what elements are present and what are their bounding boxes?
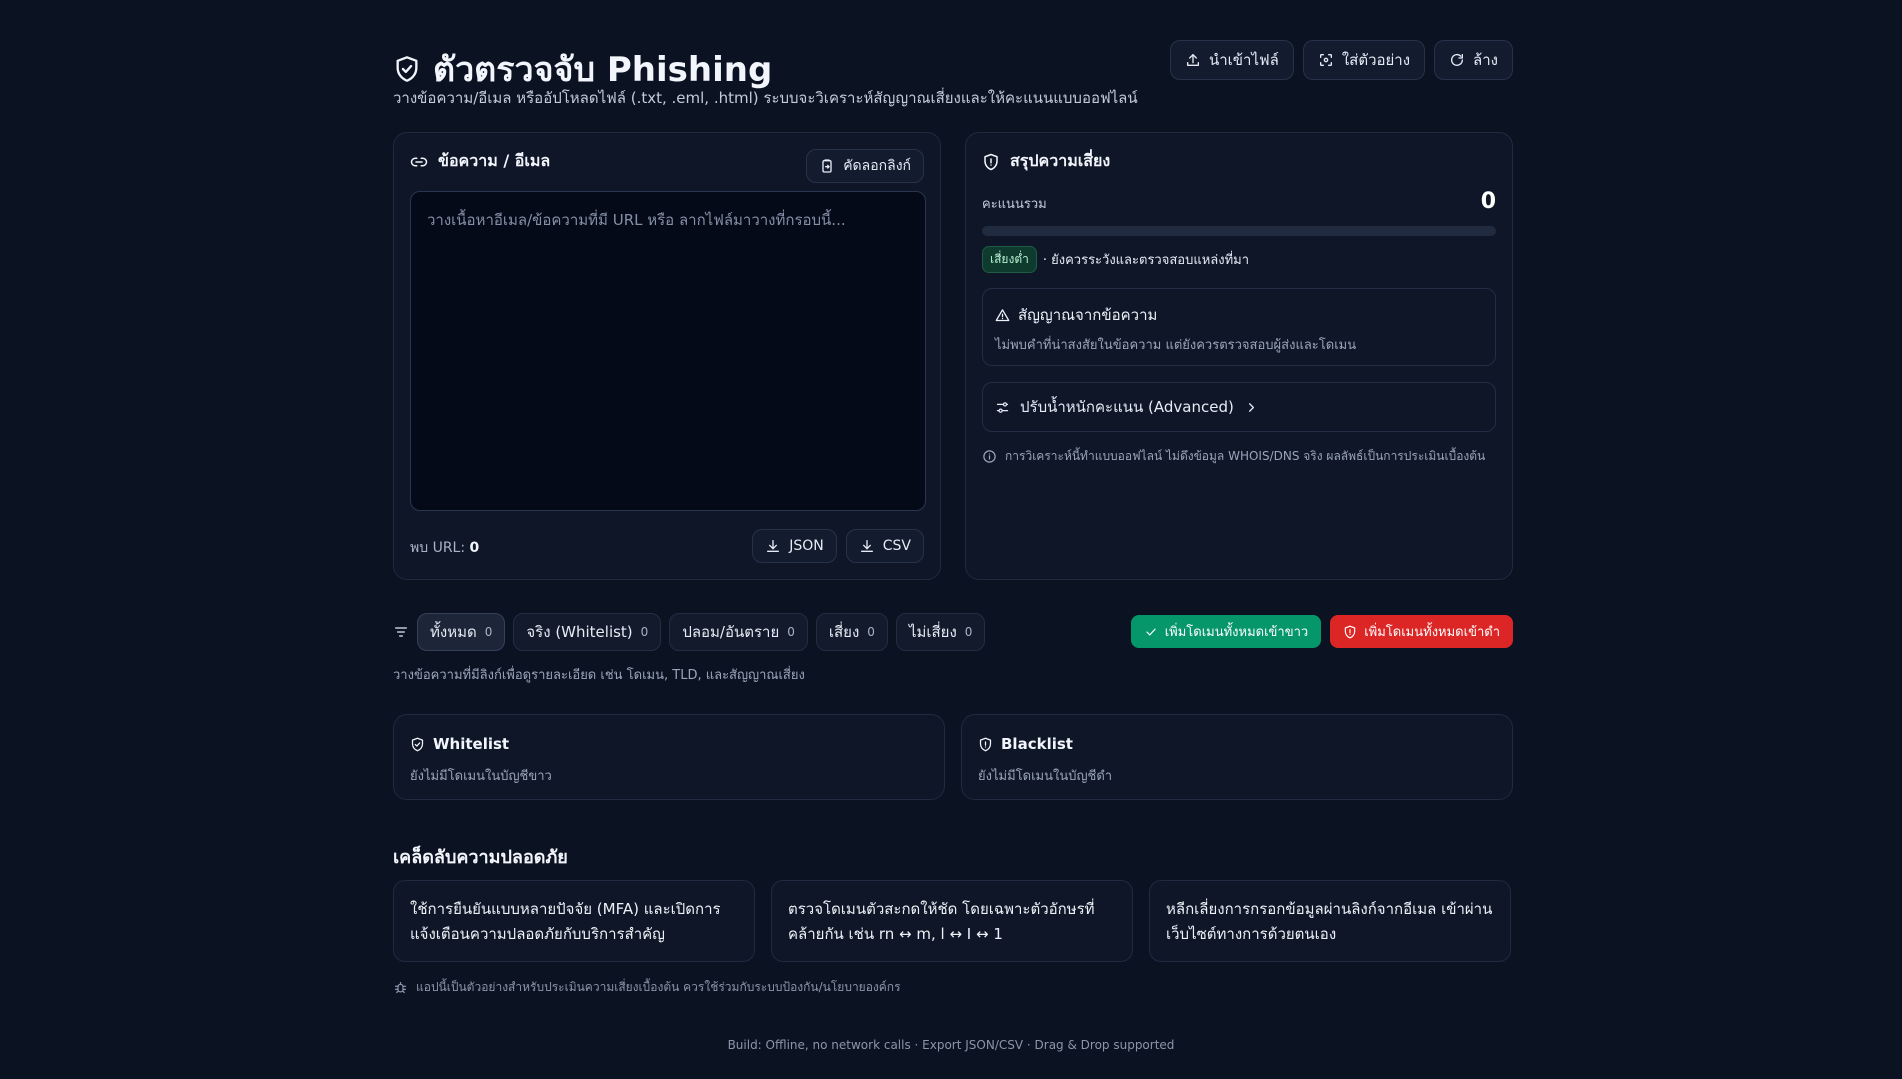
scan-icon (1318, 52, 1334, 68)
bug-icon (393, 980, 408, 995)
shield-alert-icon (1343, 625, 1357, 639)
copy-links-button[interactable]: คัดลอกลิงก์ (806, 149, 924, 183)
whitelist-all-label: เพิ่มโดเมนทั้งหมดเข้าขาว (1164, 625, 1309, 640)
insert-sample-label: ใส่ตัวอย่าง (1341, 51, 1411, 69)
blacklist-card: Blacklist ยังไม่มีโดเมนในบัญชีดำ (961, 714, 1513, 800)
whitelist-card: Whitelist ยังไม่มีโดเมนในบัญชีขาว (393, 714, 945, 800)
filter-chip-label: ทั้งหมด (430, 623, 477, 641)
total-score-value: 0 (1480, 189, 1496, 214)
disclaimer: แอปนี้เป็นตัวอย่างสำหรับประเมินความเสี่ย… (393, 978, 901, 997)
filter-chip-all[interactable]: ทั้งหมด 0 (417, 613, 506, 651)
blacklist-title: Blacklist (1001, 735, 1073, 753)
filter-chip-label: จริง (Whitelist) (526, 623, 633, 641)
filter-chip-label: เสี่ยง (828, 623, 860, 641)
chevron-right-icon (1244, 400, 1259, 415)
whitelist-title: Whitelist (433, 735, 510, 753)
export-actions: JSON CSV (752, 529, 924, 563)
url-count-value: 0 (469, 540, 480, 556)
blacklist-all-button[interactable]: เพิ่มโดเมนทั้งหมดเข้าดำ (1330, 615, 1513, 648)
filter-chip-count: 0 (484, 625, 493, 639)
footer: Build: Offline, no network calls · Expor… (727, 1038, 1175, 1052)
message-input-title: ข้อความ / อีเมล (438, 151, 551, 170)
risk-summary-card: สรุปความเสี่ยง คะแนนรวม 0 เสี่ยงต่ำ · ยั… (965, 132, 1513, 580)
blacklist-heading: Blacklist (978, 735, 1073, 753)
filter-chip-count: 0 (964, 625, 973, 639)
whitelist-all-button[interactable]: เพิ่มโดเมนทั้งหมดเข้าขาว (1130, 615, 1322, 648)
filter-chip-safe[interactable]: ไม่เสี่ยง 0 (895, 613, 986, 651)
import-file-label: นำเข้าไฟล์ (1209, 51, 1279, 69)
advanced-weights-toggle[interactable]: ปรับน้ำหนักคะแนน (Advanced) (982, 382, 1496, 432)
message-textarea[interactable] (410, 191, 926, 511)
disclaimer-text: แอปนี้เป็นตัวอย่างสำหรับประเมินความเสี่ย… (416, 980, 901, 994)
filter-chip-count: 0 (787, 625, 795, 639)
filter-chip-count: 0 (867, 625, 875, 639)
link-icon (410, 153, 428, 171)
whitelist-heading: Whitelist (410, 735, 509, 753)
filter-chip-whitelist[interactable]: จริง (Whitelist) 0 (513, 613, 662, 651)
risk-summary-title: สรุปความเสี่ยง (1010, 151, 1111, 170)
check-icon (1144, 625, 1158, 639)
tip-card: หลีกเลี่ยงการกรอกข้อมูลผ่านลิงก์จากอีเมล… (1149, 880, 1511, 962)
risk-level-row: เสี่ยงต่ำ · ยังควรระวังและตรวจสอบแหล่งที… (982, 246, 1249, 273)
bulk-actions: เพิ่มโดเมนทั้งหมดเข้าขาว เพิ่มโดเมนทั้งห… (1130, 615, 1513, 648)
blacklist-all-label: เพิ่มโดเมนทั้งหมดเข้าดำ (1364, 625, 1500, 640)
text-signals-description: ไม่พบคำที่น่าสงสัยในข้อความ แต่ยังควรตรว… (995, 338, 1357, 353)
info-icon (982, 449, 997, 464)
import-file-button[interactable]: นำเข้าไฟล์ (1170, 40, 1294, 80)
upload-icon (1185, 52, 1201, 68)
filter-bar: ทั้งหมด 0 จริง (Whitelist) 0 ปลอม/อันตรา… (393, 612, 1513, 652)
url-count: พบ URL: 0 (410, 537, 479, 559)
total-score-label: คะแนนรวม (982, 197, 1047, 212)
page-subtitle: วางข้อความ/อีเมล หรืออัปโหลดไฟล์ (.txt, … (393, 89, 1138, 107)
filter-chip-malicious[interactable]: ปลอม/อันตราย 0 (669, 613, 808, 651)
shield-alert-icon (982, 153, 1000, 171)
filter-chips: ทั้งหมด 0 จริง (Whitelist) 0 ปลอม/อันตรา… (417, 613, 986, 651)
shield-alert-icon (978, 737, 993, 752)
offline-note-text: การวิเคราะห์นี้ทำแบบออฟไลน์ ไม่ดึงข้อมูล… (1005, 449, 1486, 463)
sliders-icon (995, 400, 1010, 415)
risk-level-text: · ยังควรระวังและตรวจสอบแหล่งที่มา (1042, 253, 1250, 268)
warning-triangle-icon (995, 308, 1010, 323)
whitelist-empty-text: ยังไม่มีโดเมนในบัญชีขาว (410, 769, 552, 784)
offline-note: การวิเคราะห์นี้ทำแบบออฟไลน์ ไม่ดึงข้อมูล… (982, 447, 1485, 466)
tips-heading: เคล็ดลับความปลอดภัย (393, 847, 568, 868)
tip-card: ตรวจโดเมนตัวสะกดให้ชัด โดยเฉพาะตัวอักษรท… (771, 880, 1133, 962)
header-actions: นำเข้าไฟล์ ใส่ตัวอย่าง ล้าง (1170, 40, 1513, 80)
filter-chip-label: ไม่เสี่ยง (908, 623, 957, 641)
clipboard-icon (819, 158, 835, 174)
text-signals-heading: สัญญาณจากข้อความ (995, 303, 1157, 327)
risk-summary-heading: สรุปความเสี่ยง (982, 149, 1110, 174)
filter-hint: วางข้อความที่มีลิงก์เพื่อดูรายละเอียด เช… (393, 668, 805, 683)
message-input-heading: ข้อความ / อีเมล (410, 149, 550, 174)
filter-chip-risky[interactable]: เสี่ยง 0 (815, 613, 888, 651)
tip-card: ใช้การยืนยันแบบหลายปัจจัย (MFA) และเปิดก… (393, 880, 755, 962)
clear-button[interactable]: ล้าง (1434, 40, 1513, 80)
export-csv-button[interactable]: CSV (845, 529, 924, 563)
page-header: ตัวตรวจจับ Phishing วางข้อความ/อีเมล หรื… (393, 40, 1513, 120)
shield-check-icon (393, 55, 421, 83)
filter-chip-label: ปลอม/อันตราย (682, 623, 780, 641)
refresh-icon (1449, 52, 1465, 68)
advanced-weights-label: ปรับน้ำหนักคะแนน (Advanced) (1020, 398, 1234, 416)
download-icon (765, 538, 781, 554)
blacklist-empty-text: ยังไม่มีโดเมนในบัญชีดำ (978, 769, 1113, 784)
copy-links-label: คัดลอกลิงก์ (843, 158, 911, 174)
filter-chip-count: 0 (640, 625, 649, 639)
risk-level-badge: เสี่ยงต่ำ (982, 246, 1037, 273)
export-json-button[interactable]: JSON (752, 529, 837, 563)
export-json-label: JSON (789, 538, 824, 554)
clear-label: ล้าง (1473, 51, 1498, 69)
insert-sample-button[interactable]: ใส่ตัวอย่าง (1302, 40, 1426, 80)
text-signals-panel: สัญญาณจากข้อความ ไม่พบคำที่น่าสงสัยในข้อ… (982, 288, 1496, 366)
shield-check-icon (410, 737, 425, 752)
filter-icon (393, 624, 409, 640)
message-input-card: ข้อความ / อีเมล คัดลอกลิงก์ พบ URL: 0 JS… (393, 132, 941, 580)
text-signals-title: สัญญาณจากข้อความ (1018, 306, 1158, 324)
url-count-label: พบ URL: (410, 540, 470, 556)
score-progress-bar (982, 226, 1496, 236)
download-icon (859, 538, 875, 554)
export-csv-label: CSV (882, 538, 911, 554)
